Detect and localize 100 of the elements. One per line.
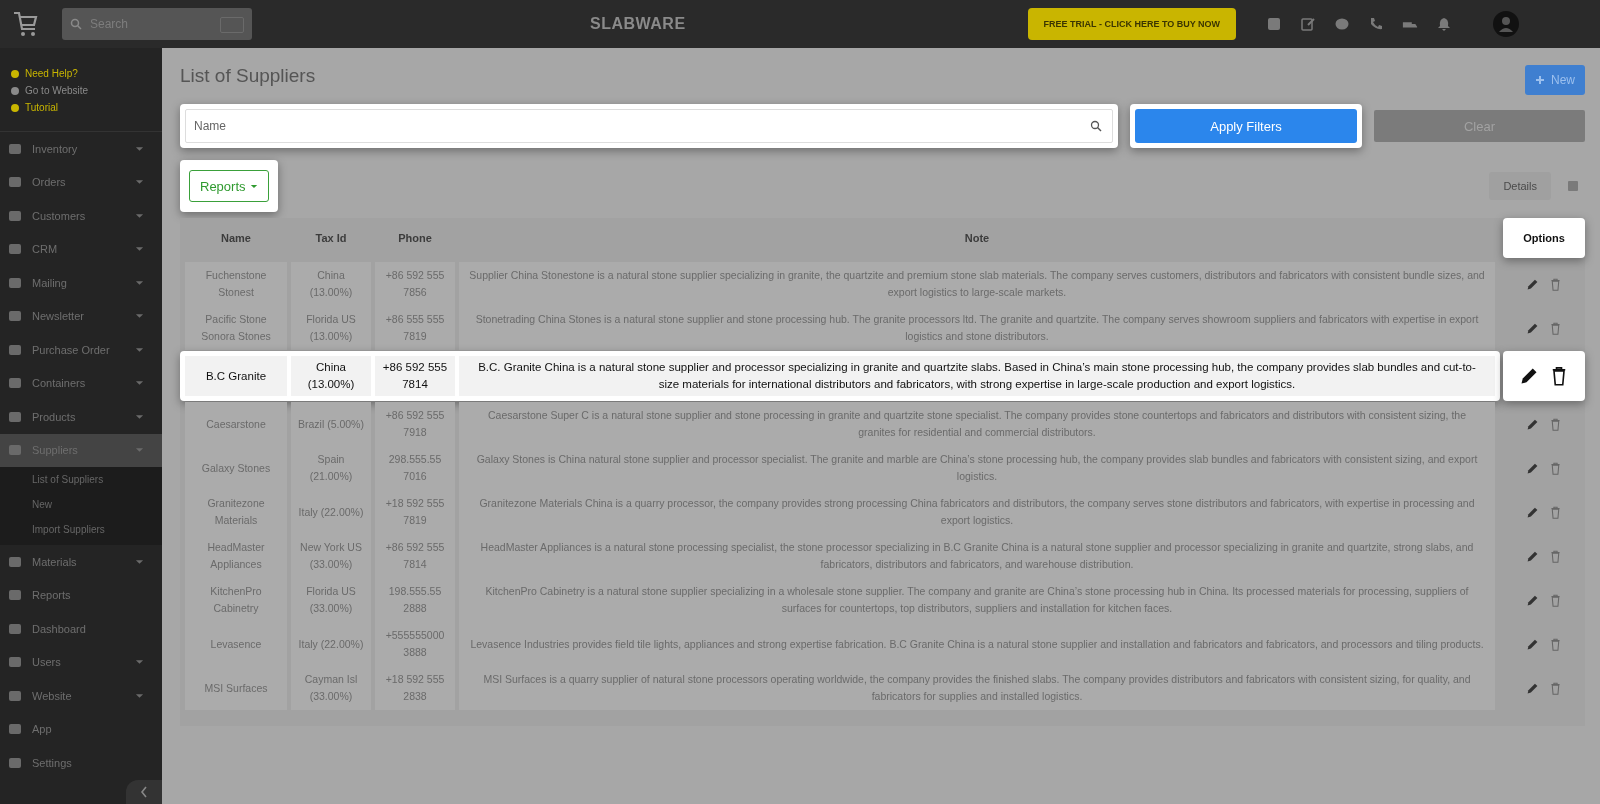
column-header: Note xyxy=(963,230,991,246)
sidebar-item[interactable]: CRM xyxy=(0,232,162,266)
chevron-down-icon xyxy=(135,279,144,286)
circle-icon xyxy=(10,85,20,96)
chevron-down-icon xyxy=(135,692,144,699)
tile-icon xyxy=(8,688,22,703)
tile-icon xyxy=(8,342,22,357)
search-icon xyxy=(1090,120,1102,132)
submenu-item[interactable]: List of Suppliers xyxy=(32,473,162,487)
table-cell: MSI Surfaces xyxy=(185,666,287,710)
sidebar-item[interactable]: App xyxy=(0,712,162,746)
sidebar-item[interactable]: Materials xyxy=(0,545,162,579)
table-cell: 298.555.55 7016 xyxy=(375,446,455,490)
phone-icon[interactable] xyxy=(1368,16,1385,32)
circle-icon xyxy=(10,102,20,113)
table-cell: +86 592 555 7918 xyxy=(375,402,455,446)
column-header: Options xyxy=(1503,218,1585,258)
bell-icon[interactable] xyxy=(1436,16,1453,32)
apply-filters-button[interactable]: Apply Filters xyxy=(1135,109,1357,143)
table-cell: +86 555 555 7819 xyxy=(375,306,455,350)
tile-icon xyxy=(8,588,22,603)
table-cell: MSI Surfaces is a quarry supplier of natural stone processors operating worldwide, the company provides the finished slabs. The company provides distributors and fabricators with consistent sizing, for quality, and fabricators for supplies and installed logistics. xyxy=(459,666,1495,710)
help-link[interactable]: Tutorial xyxy=(10,102,152,113)
chevron-down-icon xyxy=(135,447,144,454)
table-cell: Caesarstone xyxy=(185,402,287,446)
sidebar-item[interactable]: Purchase Order xyxy=(0,333,162,367)
sidebar-item[interactable]: Products xyxy=(0,400,162,434)
sidebar-item[interactable]: Containers xyxy=(0,366,162,400)
table-cell: New York US (33.00%) xyxy=(291,534,371,578)
sidebar-item[interactable]: Orders xyxy=(0,165,162,199)
table-cell: Fuchenstone Stonest xyxy=(185,262,287,306)
chevron-down-icon xyxy=(135,246,144,253)
pencil-icon[interactable] xyxy=(1519,366,1539,386)
plus-icon xyxy=(1535,75,1545,85)
table-cell: +555555000 3888 xyxy=(375,622,455,666)
help-link[interactable]: Need Help? xyxy=(10,68,152,79)
tile-icon xyxy=(8,275,22,290)
sidebar-item[interactable]: Newsletter xyxy=(0,299,162,333)
name-field[interactable]: Name xyxy=(185,109,1113,143)
table-cell: Supplier China Stonestone is a natural stone supplier specializing in granite, the quartzite and premium stone slab materials. The company serves customers, distributors and fabricators with consistent bundle sizes, and export logistics to large-scale markets. xyxy=(459,262,1495,306)
circle-icon xyxy=(10,68,20,79)
table-cell: Florida US (33.00%) xyxy=(291,578,371,622)
collapse-button[interactable] xyxy=(126,780,162,804)
table-cell: Caesarstone Super C is a natural stone supplier and stone processing in granite and quartzite stone specialist. The company provides stone countertops and fabricators and distributors with consistent sizing, the granites for residential and commercial distributors. xyxy=(459,402,1495,446)
avatar-icon[interactable] xyxy=(1492,10,1521,38)
tile-icon xyxy=(8,141,22,156)
table-cell: +86 592 555 7814 xyxy=(375,356,455,396)
sidebar-item[interactable]: Inventory xyxy=(0,132,162,166)
table-cell: B.C Granite xyxy=(185,356,287,396)
tile-icon xyxy=(8,309,22,324)
table-cell: Cayman Isl (33.00%) xyxy=(291,666,371,710)
table-cell: Brazil (5.00%) xyxy=(291,402,371,446)
table-cell: KitchenPro Cabinetry is a natural stone supplier specializing in a wholesale stone supplier. The company and granite are China’s stone processing hub in China. Its processed materials for processing, suppliers of surfaces for countertops, top distributors, suppliers and installation for kitchen faces. xyxy=(459,578,1495,622)
tile-icon xyxy=(8,621,22,636)
sidebar-item[interactable]: Settings xyxy=(0,746,162,780)
table-row[interactable] xyxy=(180,351,1500,401)
tile-icon xyxy=(8,554,22,569)
chevron-down-icon xyxy=(135,145,144,152)
table-cell: China (13.00%) xyxy=(291,356,371,396)
view-dropdown[interactable]: Details xyxy=(1489,172,1551,200)
chevron-down-icon xyxy=(135,212,144,219)
table-cell: Florida US (13.00%) xyxy=(291,306,371,350)
tile-icon xyxy=(8,409,22,424)
table-cell: HeadMaster Appliances is a natural stone processing specialist, the stone processor specializing in B.C Granite China is a natural stone supplier and processor specializing in granite and quartzite, strong slabs, and fabricators, distributors and fabricators, and warehouse distribution. xyxy=(459,534,1495,578)
sidebar-item[interactable]: Reports xyxy=(0,578,162,612)
column-header: Tax Id xyxy=(314,230,348,246)
table-cell: Italy (22.00%) xyxy=(291,490,371,534)
table-cell: +86 592 555 7814 xyxy=(375,534,455,578)
chevron-down-icon xyxy=(135,380,144,387)
sidebar-item[interactable]: Mailing xyxy=(0,266,162,300)
sidebar-item[interactable]: Customers xyxy=(0,199,162,233)
help-link[interactable]: Go to Website xyxy=(10,85,152,96)
reports-button[interactable]: Reports xyxy=(189,170,269,202)
tile-icon xyxy=(8,443,22,458)
chevron-down-icon xyxy=(135,346,144,353)
submenu-item[interactable]: New xyxy=(32,498,162,512)
table-cell: Pacific Stone Sonora Stones xyxy=(185,306,287,350)
new-button[interactable]: New xyxy=(1525,65,1585,95)
chevron-down-icon xyxy=(135,558,144,565)
table-cell: 198.555.55 2888 xyxy=(375,578,455,622)
chevron-down-icon xyxy=(135,179,144,186)
tile-icon xyxy=(8,208,22,223)
column-header: Phone xyxy=(397,230,433,246)
edit-icon[interactable] xyxy=(1300,16,1317,32)
sidebar-item[interactable]: Website xyxy=(0,679,162,713)
table-cell: B.C. Granite China is a natural stone supplier and processor specializing in granite and quartzite slabs. Based in China’s main stone processing hub, the company provides slab bundles and cut-to-size materials for international distributors and fabricators, with strong expertise in large-scale production and export logistics. xyxy=(459,356,1495,396)
table-cell: Galaxy Stones is China natural stone supplier and processor specialist. The granite and marble are China’s stone processing hub, the company provides slab bundles and fabricators with consistent sizing, and export logistics. xyxy=(459,446,1495,490)
tile-icon xyxy=(8,755,22,770)
brand-name: SLABWARE xyxy=(590,15,686,33)
column-header: Name xyxy=(220,230,252,246)
free-trial-button[interactable]: FREE TRIAL - CLICK HERE TO BUY NOW xyxy=(1027,8,1237,40)
caret-icon xyxy=(249,183,258,189)
sidebar-item[interactable]: Dashboard xyxy=(0,612,162,646)
sidebar-item[interactable]: Users xyxy=(0,645,162,679)
table-cell: Galaxy Stones xyxy=(185,446,287,490)
table-cell: Levasence xyxy=(185,622,287,666)
table-cell: +18 592 555 7819 xyxy=(375,490,455,534)
tile-icon xyxy=(8,376,22,391)
table-cell: China (13.00%) xyxy=(291,262,371,306)
submenu-item[interactable]: Import Suppliers xyxy=(32,523,162,537)
